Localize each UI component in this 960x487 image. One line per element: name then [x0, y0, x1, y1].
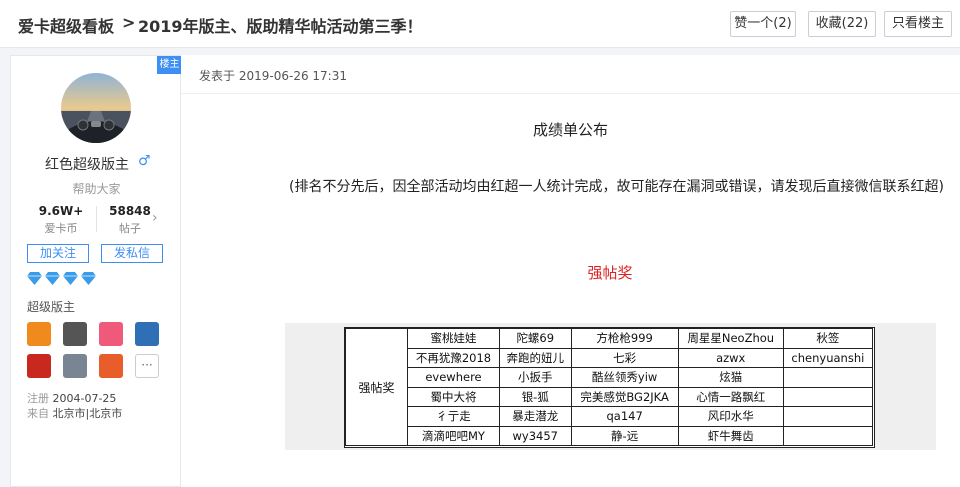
diamond-icon — [63, 272, 78, 285]
table-cell: 七彩 — [570, 347, 679, 368]
posts-value: 58848 — [109, 204, 151, 218]
results-heading: 成绩单公布 — [532, 121, 608, 139]
top-bar: 爱卡超级看板 > 2019年版主、版助精华帖活动第三季！ 赞一个(2) 收藏(2… — [0, 0, 960, 48]
table-cell: 静-远 — [570, 425, 679, 446]
table-cell: 风印水华 — [677, 406, 784, 427]
post-note: (排名不分先后，因全部活动均由红超一人统计完成，故可能存在漏洞或错误，请发现后直… — [289, 179, 944, 195]
table-cell: 暴走潜龙 — [498, 406, 572, 427]
table-cell — [782, 367, 874, 388]
table-cell: 蜜桃娃娃 — [407, 328, 500, 349]
table-row: 强帖奖 蜜桃娃娃 陀螺69 方枪枪999 周星星NeoZhou 秋签 — [345, 328, 874, 446]
table-cell: 酷丝领秀yiw — [570, 367, 679, 388]
table-cell: 小扳手 — [498, 367, 572, 388]
follow-button[interactable]: 加关注 — [27, 244, 89, 263]
table-cell — [782, 386, 874, 407]
diamond-icon — [81, 272, 96, 285]
coins-label: 爱卡币 — [44, 222, 78, 235]
table-cell — [782, 425, 874, 446]
thread-title: 2019年版主、版助精华帖活动第三季！ — [138, 17, 423, 36]
divider — [181, 93, 960, 94]
message-button[interactable]: 发私信 — [101, 244, 163, 263]
male-icon: ♂ — [138, 153, 151, 169]
table-row: 彳亍走 暴走潜龙 qa147 风印水华 — [346, 406, 874, 427]
chevron-right-icon[interactable]: › — [152, 210, 158, 226]
op-badge: 楼主 — [157, 56, 182, 74]
table-cell: 陀螺69 — [498, 328, 572, 349]
medal-icon[interactable] — [27, 354, 51, 378]
avatar-image — [61, 73, 131, 143]
table-cell: 完美感觉BG2JKA — [570, 386, 679, 407]
favorite-button[interactable]: 收藏(22) — [808, 11, 876, 37]
post-content: 发表于 2019-06-26 17:31 成绩单公布 (排名不分先后，因全部活动… — [181, 55, 960, 487]
diamond-icon — [27, 272, 42, 285]
breadcrumb-board[interactable]: 爱卡超级看板 — [18, 13, 114, 37]
coins-value: 9.6W+ — [38, 204, 84, 218]
posts-label: 帖子 — [119, 222, 141, 235]
table-cell: 银-狐 — [498, 386, 572, 407]
table-row: evewhere 小扳手 酷丝领秀yiw 炫猫 — [346, 367, 874, 388]
award-category-cell: 强帖奖 — [345, 328, 408, 446]
post-time: 发表于 2019-06-26 17:31 — [199, 67, 347, 84]
table-cell: 心情一路飘红 — [677, 386, 784, 407]
post-time-value: 2019-06-26 17:31 — [238, 69, 347, 83]
table-cell: evewhere — [407, 367, 500, 388]
register-info: 注册 2004-07-25 — [27, 390, 116, 406]
posts-stat[interactable]: 58848 帖子 — [100, 204, 160, 236]
rank-diamonds — [27, 271, 96, 285]
coins-stat: 9.6W+ 爱卡币 — [31, 204, 91, 236]
table-cell: qa147 — [570, 406, 679, 427]
medal-icon[interactable] — [27, 322, 51, 346]
table-cell: 秋签 — [782, 328, 874, 349]
author-sidebar: 楼主 红色超级版主 ♂ 帮助大家 9.6W+ 爱卡币 58848 帖子 › 加关… — [10, 55, 182, 487]
location-label: 来自 — [27, 407, 49, 420]
table-cell: 奔跑的妞儿 — [498, 347, 572, 368]
diamond-icon — [45, 272, 60, 285]
op-only-button[interactable]: 只看楼主 — [884, 11, 952, 37]
post-time-label: 发表于 — [199, 69, 236, 83]
award-table: 强帖奖 蜜桃娃娃 陀螺69 方枪枪999 周星星NeoZhou 秋签 不再犹豫2018 奔跑的… — [345, 328, 874, 446]
user-title: 帮助大家 — [72, 182, 121, 196]
table-cell: 周星星NeoZhou — [677, 328, 784, 349]
table-cell: 不再犹豫2018 — [407, 347, 500, 368]
table-cell: 彳亍走 — [407, 406, 500, 427]
table-cell: 方枪枪999 — [570, 328, 679, 349]
table-cell — [782, 406, 874, 427]
breadcrumb-separator: > — [122, 13, 136, 32]
award-heading: 强帖奖 — [587, 264, 633, 282]
table-cell: 蜀中大将 — [407, 386, 500, 407]
register-label: 注册 — [27, 392, 49, 405]
table-cell: azwx — [677, 347, 784, 368]
table-cell: 滴滴吧吧MY — [407, 425, 500, 446]
table-row: 蜀中大将 银-狐 完美感觉BG2JKA 心情一路飘红 — [346, 386, 874, 407]
table-cell: 虾牛舞齿 — [677, 425, 784, 446]
user-level: 超级版主 — [27, 300, 76, 314]
award-table-image: 强帖奖 蜜桃娃娃 陀螺69 方枪枪999 周星星NeoZhou 秋签 不再犹豫2018 奔跑的… — [285, 323, 936, 450]
stat-divider — [96, 206, 97, 232]
location-city: 北京市|北京市 — [52, 407, 123, 420]
table-cell: 炫猫 — [677, 367, 784, 388]
avatar[interactable] — [61, 73, 131, 143]
table-cell: chenyuanshi — [782, 347, 874, 368]
medal-icon[interactable] — [99, 354, 123, 378]
username[interactable]: 红色超级版主 — [45, 154, 129, 174]
table-row: 不再犹豫2018 奔跑的妞儿 七彩 azwx chenyuanshi — [346, 347, 874, 368]
medal-icon[interactable] — [63, 322, 87, 346]
table-cell: wy3457 — [498, 425, 572, 446]
more-medals-button[interactable]: ··· — [135, 354, 159, 378]
medal-icon[interactable] — [135, 322, 159, 346]
award-table-frame: 强帖奖 蜜桃娃娃 陀螺69 方枪枪999 周星星NeoZhou 秋签 不再犹豫2018 奔跑的… — [344, 327, 875, 448]
table-row: 滴滴吧吧MY wy3457 静-远 虾牛舞齿 — [346, 425, 874, 446]
location-info: 来自 北京市|北京市 — [27, 405, 122, 421]
heart-medal-icon[interactable] — [99, 322, 123, 346]
medal-icon[interactable] — [63, 354, 87, 378]
register-date: 2004-07-25 — [52, 392, 117, 405]
like-button[interactable]: 赞一个(2) — [730, 11, 796, 37]
